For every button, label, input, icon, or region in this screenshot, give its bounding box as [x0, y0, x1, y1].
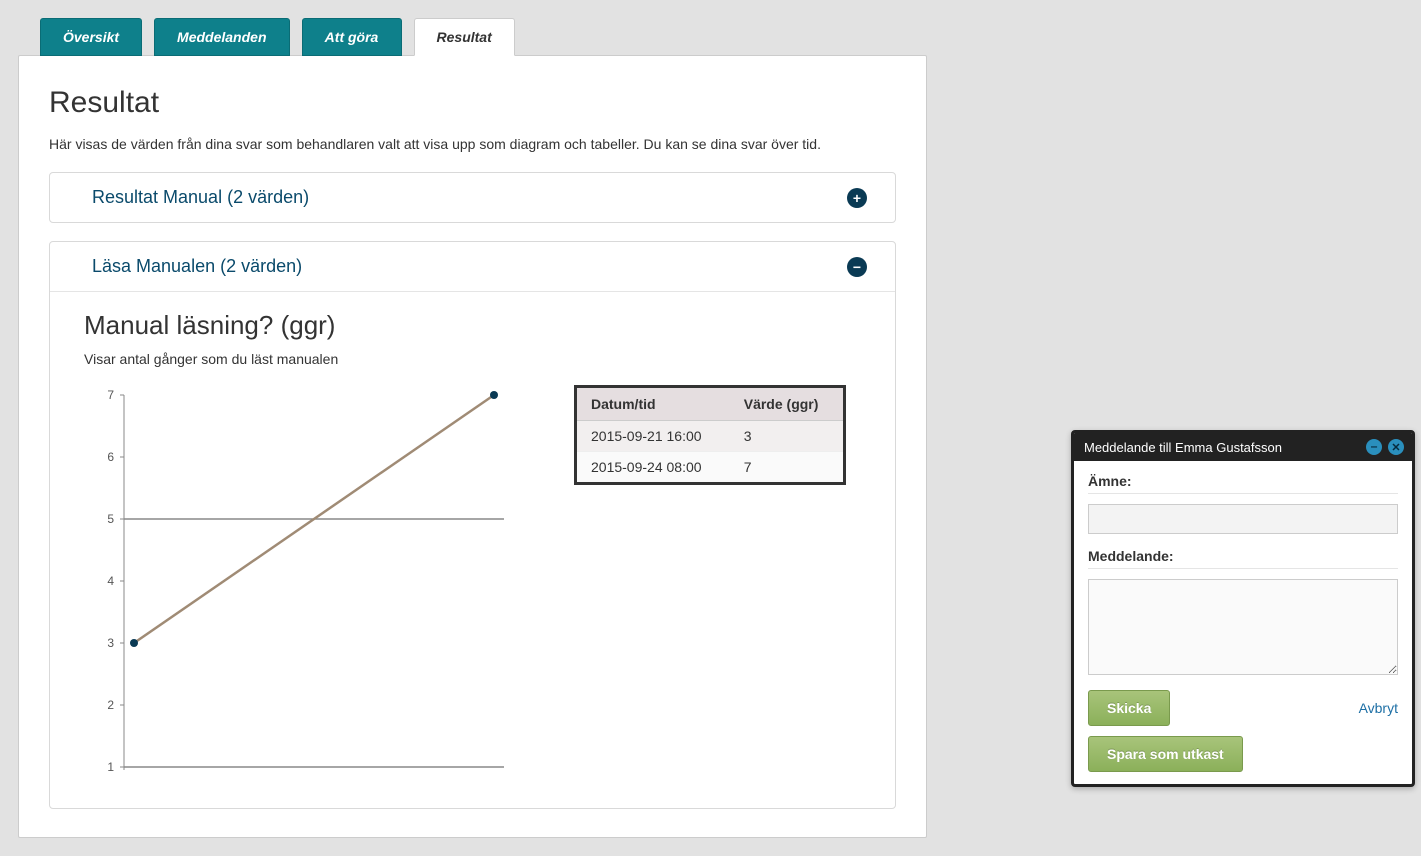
minimize-icon[interactable]: ‒: [1366, 439, 1382, 455]
tabs-bar: Översikt Meddelanden Att göra Resultat: [40, 18, 927, 56]
panel-body: Manual läsning? (ggr) Visar antal gånger…: [50, 291, 895, 808]
tab-att-gora[interactable]: Att göra: [302, 18, 402, 56]
panel-header-lasa-manualen[interactable]: Läsa Manualen (2 värden) −: [50, 242, 895, 291]
svg-text:5: 5: [107, 512, 114, 526]
svg-text:1: 1: [107, 760, 114, 774]
dialog-body: Ämne: Meddelande: Skicka Avbryt Spara so…: [1074, 461, 1412, 784]
tab-oversikt[interactable]: Översikt: [40, 18, 142, 56]
svg-text:3: 3: [107, 636, 114, 650]
panel-header-resultat-manual[interactable]: Resultat Manual (2 värden) +: [50, 173, 895, 222]
table-head-value: Värde (ggr): [730, 387, 845, 421]
tab-resultat[interactable]: Resultat: [414, 18, 515, 56]
content-card: Resultat Här visas de värden från dina s…: [18, 55, 927, 838]
subject-label: Ämne:: [1088, 473, 1398, 489]
svg-text:7: 7: [107, 388, 114, 402]
subject-input[interactable]: [1088, 504, 1398, 534]
panel-title: Läsa Manualen (2 värden): [92, 256, 302, 277]
svg-text:2: 2: [107, 698, 114, 712]
svg-text:6: 6: [107, 450, 114, 464]
data-table: Datum/tid Värde (ggr) 2015-09-21 16:00 3…: [574, 385, 846, 485]
panel-resultat-manual: Resultat Manual (2 värden) +: [49, 172, 896, 223]
collapse-icon: −: [847, 257, 867, 277]
panel-lasa-manualen: Läsa Manualen (2 värden) − Manual läsnin…: [49, 241, 896, 809]
message-textarea[interactable]: [1088, 579, 1398, 675]
divider: [1088, 568, 1398, 569]
message-dialog: Meddelande till Emma Gustafsson ‒ ✕ Ämne…: [1071, 430, 1415, 787]
tab-meddelanden[interactable]: Meddelanden: [154, 18, 289, 56]
send-button[interactable]: Skicka: [1088, 690, 1170, 726]
dialog-titlebar[interactable]: Meddelande till Emma Gustafsson ‒ ✕: [1074, 433, 1412, 461]
page-description: Här visas de värden från dina svar som b…: [49, 136, 896, 152]
table-head-date: Datum/tid: [576, 387, 730, 421]
cancel-link[interactable]: Avbryt: [1359, 700, 1398, 716]
dialog-title: Meddelande till Emma Gustafsson: [1084, 440, 1282, 455]
panel-title: Resultat Manual (2 värden): [92, 187, 309, 208]
save-draft-button[interactable]: Spara som utkast: [1088, 736, 1243, 772]
page-title: Resultat: [49, 86, 896, 120]
chart-subtitle: Visar antal gånger som du läst manualen: [84, 351, 861, 367]
table-row: 2015-09-21 16:00 3: [576, 421, 845, 452]
cell-date: 2015-09-24 08:00: [576, 452, 730, 484]
cell-value: 3: [730, 421, 845, 452]
divider: [1088, 493, 1398, 494]
expand-icon: +: [847, 188, 867, 208]
cell-date: 2015-09-21 16:00: [576, 421, 730, 452]
chart-title: Manual läsning? (ggr): [84, 310, 861, 341]
svg-text:4: 4: [107, 574, 114, 588]
cell-value: 7: [730, 452, 845, 484]
chart-area: 7 6 5 4 3 2 1: [84, 385, 524, 790]
message-label: Meddelande:: [1088, 548, 1398, 564]
close-icon[interactable]: ✕: [1388, 439, 1404, 455]
line-chart-svg: 7 6 5 4 3 2 1: [84, 385, 524, 785]
table-row: 2015-09-24 08:00 7: [576, 452, 845, 484]
